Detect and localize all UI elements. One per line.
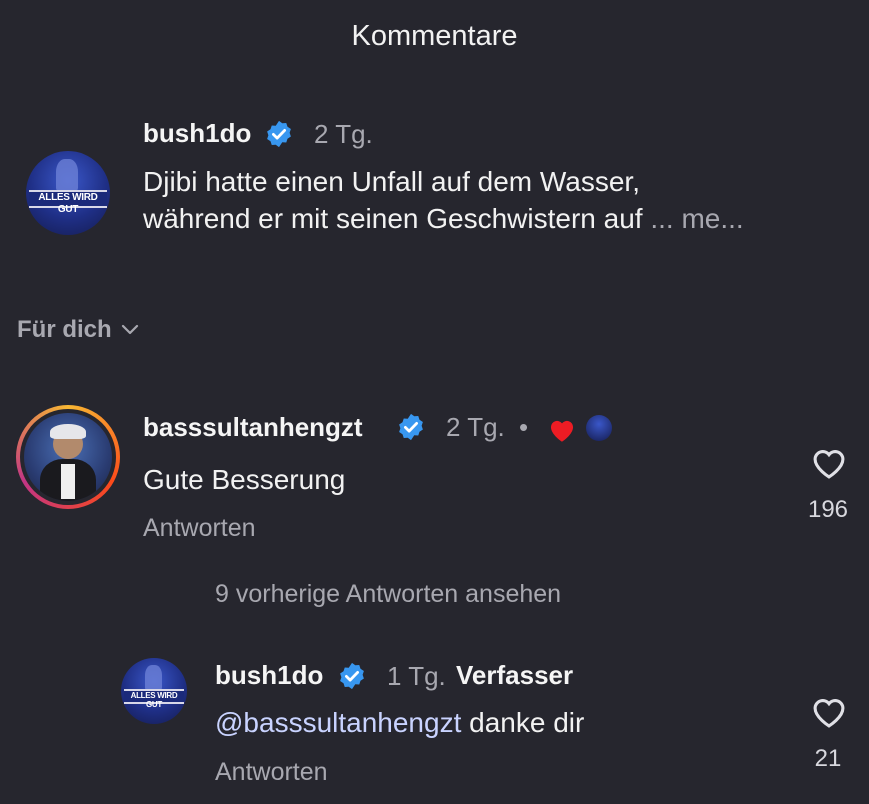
view-previous-replies[interactable]: 9 vorherige Antworten ansehen [215, 580, 561, 609]
author-tag: Verfasser [456, 660, 574, 690]
reply-timestamp: 1 Tg. [387, 661, 446, 691]
verified-badge-icon [340, 662, 364, 690]
reply-button[interactable]: Antworten [215, 758, 328, 787]
post-caption-text: während er mit seinen Geschwistern auf [143, 203, 643, 234]
comment-timestamp: 2 Tg. [446, 412, 505, 442]
meta-separator: • [519, 412, 529, 442]
verified-badge-icon [399, 413, 423, 441]
comment-username[interactable]: basssultanhengzt [143, 412, 363, 443]
avatar-figure [56, 159, 79, 192]
verified-badge-icon [267, 120, 291, 148]
avatar-figure [144, 664, 162, 690]
like-heart-icon[interactable] [810, 446, 848, 480]
mention-link[interactable]: @basssultanhengzt [215, 707, 461, 738]
like-count: 21 [814, 745, 842, 772]
post-username[interactable]: bush1do [143, 118, 251, 149]
page-title: Kommentare [351, 20, 518, 52]
avatar-banner-text: ALLES WIRD GUT [123, 689, 185, 709]
reply-username[interactable]: bush1do [215, 660, 323, 691]
post-caption-line-1: Djibi hatte einen Unfall auf dem Wasser, [143, 166, 640, 197]
author-liked-heart-icon [550, 420, 574, 442]
reply-button[interactable]: Antworten [143, 514, 256, 543]
like-heart-icon[interactable] [810, 695, 848, 729]
chevron-down-icon [121, 324, 138, 335]
reply-author-avatar[interactable]: ALLES WIRD GUT [121, 658, 187, 724]
filter-label: Für dich [17, 316, 112, 343]
avatar-banner-text: ALLES WIRD GUT [29, 190, 107, 215]
commenter-avatar[interactable] [16, 405, 120, 509]
like-count: 196 [807, 496, 849, 523]
reply-text-body: danke dir [461, 707, 585, 738]
filter-dropdown[interactable]: Für dich [17, 316, 140, 344]
author-like-avatar [586, 415, 612, 441]
post-caption-line-2: während er mit seinen Geschwistern auf .… [143, 201, 744, 237]
comment-text: Gute Besserung [143, 464, 346, 495]
post-timestamp: 2 Tg. [314, 119, 373, 149]
avatar-photo [24, 413, 112, 501]
post-author-avatar[interactable]: ALLES WIRD GUT [26, 151, 110, 235]
more-link[interactable]: ... me... [650, 203, 743, 234]
reply-text: @basssultanhengzt danke dir [215, 705, 584, 741]
